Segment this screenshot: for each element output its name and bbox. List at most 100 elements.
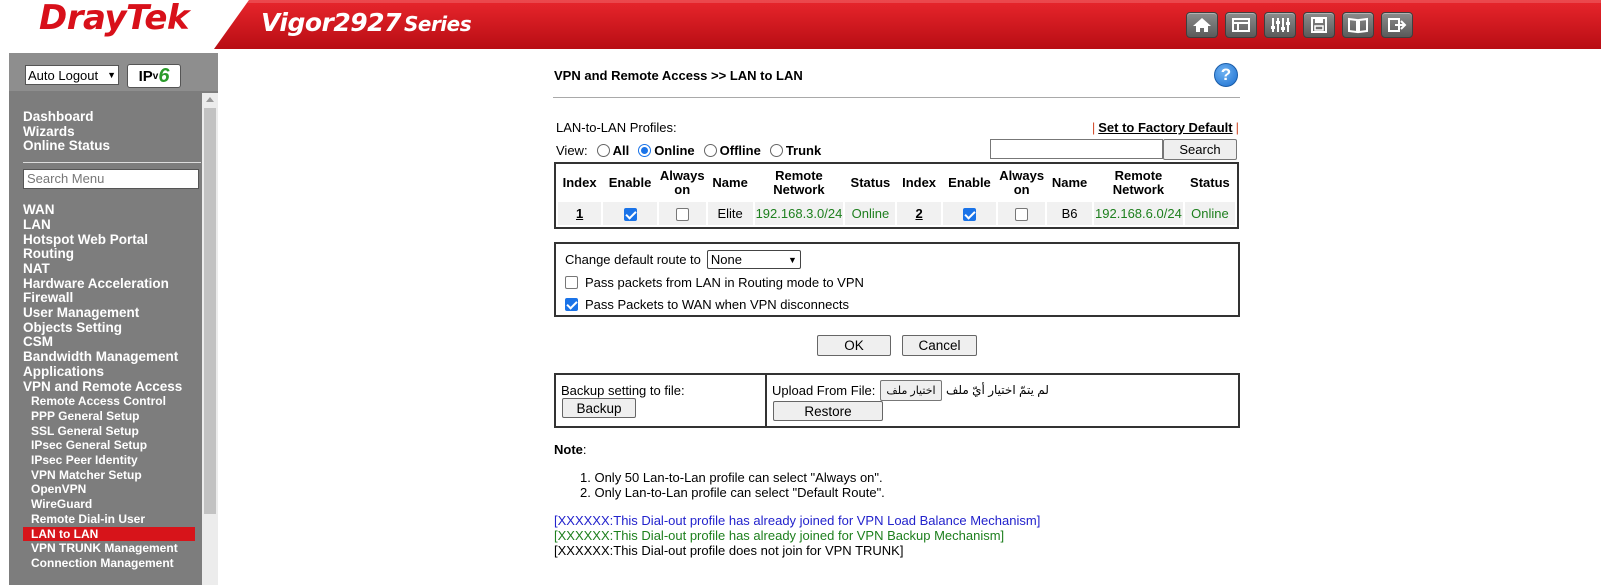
pass-lan-checkbox[interactable] xyxy=(565,276,578,289)
chevron-down-icon: ▼ xyxy=(787,254,797,265)
view-radio-online[interactable] xyxy=(638,144,652,157)
col-index-2: Index xyxy=(902,175,937,190)
sidebar-subitem-ppp-general-setup[interactable]: PPP General Setup xyxy=(23,409,205,424)
profile-index-link[interactable]: 2 xyxy=(897,202,941,225)
sidebar-item-bandwidth-management[interactable]: Bandwidth Management xyxy=(23,349,205,365)
list-item: 1. Only 50 Lan-to-Lan profile can select… xyxy=(580,470,883,485)
sidebar-item-user-management[interactable]: User Management xyxy=(23,305,205,321)
view-option-offline[interactable]: Offline xyxy=(720,143,761,158)
default-route-label: Change default route to xyxy=(565,252,701,267)
ipv6-button[interactable]: IP v 6 xyxy=(127,64,181,88)
sidebar-item-objects-setting[interactable]: Objects Setting xyxy=(23,320,205,336)
view-option-trunk[interactable]: Trunk xyxy=(786,143,821,158)
sidebar-subitem-openvpn[interactable]: OpenVPN xyxy=(23,482,205,497)
help-icon[interactable]: ? xyxy=(1214,63,1238,87)
draytek-logo: DrayTek xyxy=(39,0,190,38)
cancel-button[interactable]: Cancel xyxy=(902,335,977,356)
sidebar-scrollbar[interactable] xyxy=(202,93,218,585)
sidebar-item-applications[interactable]: Applications xyxy=(23,364,205,380)
enable-checkbox[interactable] xyxy=(962,208,976,222)
header-banner: DrayTek Vigor2927 Series xyxy=(9,0,1601,49)
sidebar-item-wizards[interactable]: Wizards xyxy=(23,124,205,140)
chevron-down-icon: ▼ xyxy=(107,70,116,80)
view-radio-offline[interactable] xyxy=(703,144,717,157)
sidebar-item-nat[interactable]: NAT xyxy=(23,261,205,277)
sidebar-item-wan[interactable]: WAN xyxy=(23,202,205,218)
view-option-online[interactable]: Online xyxy=(654,143,694,158)
scroll-up-arrow-icon[interactable] xyxy=(206,97,214,102)
sidebar-item-lan[interactable]: LAN xyxy=(23,217,205,233)
route-settings-box: Change default route to None ▼ Pass pack… xyxy=(554,242,1240,317)
auto-logout-select[interactable]: Auto Logout ▼ xyxy=(25,65,119,85)
scroll-thumb[interactable] xyxy=(204,108,216,514)
view-filter: View: All Online Offline Trunk xyxy=(556,143,821,158)
sidebar-subitem-wireguard[interactable]: WireGuard xyxy=(23,497,205,512)
sidebar-item-online-status[interactable]: Online Status xyxy=(23,139,205,154)
always-on-checkbox[interactable] xyxy=(675,208,689,222)
view-option-all[interactable]: All xyxy=(613,143,630,158)
sidebar-item-vpn-remote-access[interactable]: VPN and Remote Access xyxy=(23,379,205,395)
sidebar-item-hotspot-web-portal[interactable]: Hotspot Web Portal xyxy=(23,232,205,248)
sidebar-subitem-remote-access-control[interactable]: Remote Access Control xyxy=(23,394,205,409)
pass-wan-checkbox[interactable] xyxy=(565,298,578,311)
table-row: 1 Elite 192.168.3.0/24 Online 2 B6 192.1… xyxy=(558,202,1235,225)
view-radio-trunk[interactable] xyxy=(769,144,783,157)
file-status-text: لم يتمّ اختيار أيّ ملف xyxy=(946,383,1049,397)
note-title-text: Note xyxy=(554,442,583,457)
always-on-checkbox[interactable] xyxy=(1015,208,1029,222)
col-remote-network-2: Remote Network xyxy=(1112,168,1165,197)
note-2: Only Lan-to-Lan profile can select "Defa… xyxy=(594,485,885,500)
col-always-on-2: Always on xyxy=(999,168,1045,197)
model-number: Vigor2927 xyxy=(261,8,401,37)
sidebar-subitem-lan-to-lan[interactable]: LAN to LAN xyxy=(23,526,195,542)
sidebar-subitem-remote-dial-in-user[interactable]: Remote Dial-in User xyxy=(23,512,205,527)
profile-index-link[interactable]: 1 xyxy=(558,202,602,225)
save-icon[interactable] xyxy=(1303,12,1335,38)
settings-sliders-icon[interactable] xyxy=(1264,12,1296,38)
quick-start-icon[interactable] xyxy=(1225,12,1257,38)
status-online: Online xyxy=(1184,202,1235,225)
sidebar-subitem-ssl-general-setup[interactable]: SSL General Setup xyxy=(23,424,205,439)
sidebar-subitem-vpn-trunk-management[interactable]: VPN TRUNK Management xyxy=(23,541,205,556)
model-series: Series xyxy=(403,12,472,36)
col-status: Status xyxy=(850,175,891,190)
search-menu-input[interactable]: Search Menu xyxy=(23,169,199,190)
page-title: VPN and Remote Access >> LAN to LAN xyxy=(554,68,803,83)
ipv6-ip: IP xyxy=(138,67,153,85)
view-label: View: xyxy=(556,143,588,158)
profile-search-input[interactable] xyxy=(990,139,1163,159)
sidebar-item-hardware-acceleration[interactable]: Hardware Acceleration xyxy=(23,276,205,292)
sidebar-subitem-vpn-matcher-setup[interactable]: VPN Matcher Setup xyxy=(23,468,205,483)
sidebar-subitem-ipsec-peer-identity[interactable]: IPsec Peer Identity xyxy=(23,453,205,468)
list-item: 2. Only Lan-to-Lan profile can select "D… xyxy=(580,485,885,500)
choose-file-button[interactable]: اختيار ملف xyxy=(880,380,942,401)
home-icon[interactable] xyxy=(1186,12,1218,38)
col-always-on: Always on xyxy=(659,168,705,197)
sidebar-item-routing[interactable]: Routing xyxy=(23,247,205,262)
factory-sep-left: | xyxy=(1091,120,1096,135)
backup-button[interactable]: Backup xyxy=(562,398,636,418)
legend-trunk: [XXXXXX:This Dial-out profile does not j… xyxy=(554,543,904,558)
ok-button[interactable]: OK xyxy=(817,335,891,356)
enable-checkbox[interactable] xyxy=(623,208,637,222)
default-route-select[interactable]: None ▼ xyxy=(706,250,801,269)
status-online: Online xyxy=(845,202,896,225)
logout-icon[interactable] xyxy=(1381,12,1413,38)
model-name: Vigor2927 Series xyxy=(261,8,472,37)
sidebar-menu: Dashboard Wizards Online Status Search M… xyxy=(23,109,205,571)
manual-book-icon[interactable] xyxy=(1342,12,1374,38)
restore-button[interactable]: Restore xyxy=(773,401,883,421)
search-button[interactable]: Search xyxy=(1163,139,1237,160)
set-factory-default-link[interactable]: Set to Factory Default xyxy=(1098,120,1232,135)
sidebar-item-dashboard[interactable]: Dashboard xyxy=(23,109,205,125)
sidebar-subitem-connection-management[interactable]: Connection Management xyxy=(23,556,205,571)
view-radio-all[interactable] xyxy=(596,144,610,157)
remote-network: 192.168.3.0/24 xyxy=(754,202,844,225)
ipv6-six: 6 xyxy=(158,64,170,87)
sidebar-subitem-ipsec-general-setup[interactable]: IPsec General Setup xyxy=(23,438,205,453)
col-status-2: Status xyxy=(1190,175,1230,190)
sidebar-item-firewall[interactable]: Firewall xyxy=(23,291,205,306)
table-header-row: Index Enable Always on Name Remote Netwo… xyxy=(558,166,1235,200)
pass-lan-label: Pass packets from LAN in Routing mode to… xyxy=(585,275,864,290)
sidebar-item-csm[interactable]: CSM xyxy=(23,335,205,350)
